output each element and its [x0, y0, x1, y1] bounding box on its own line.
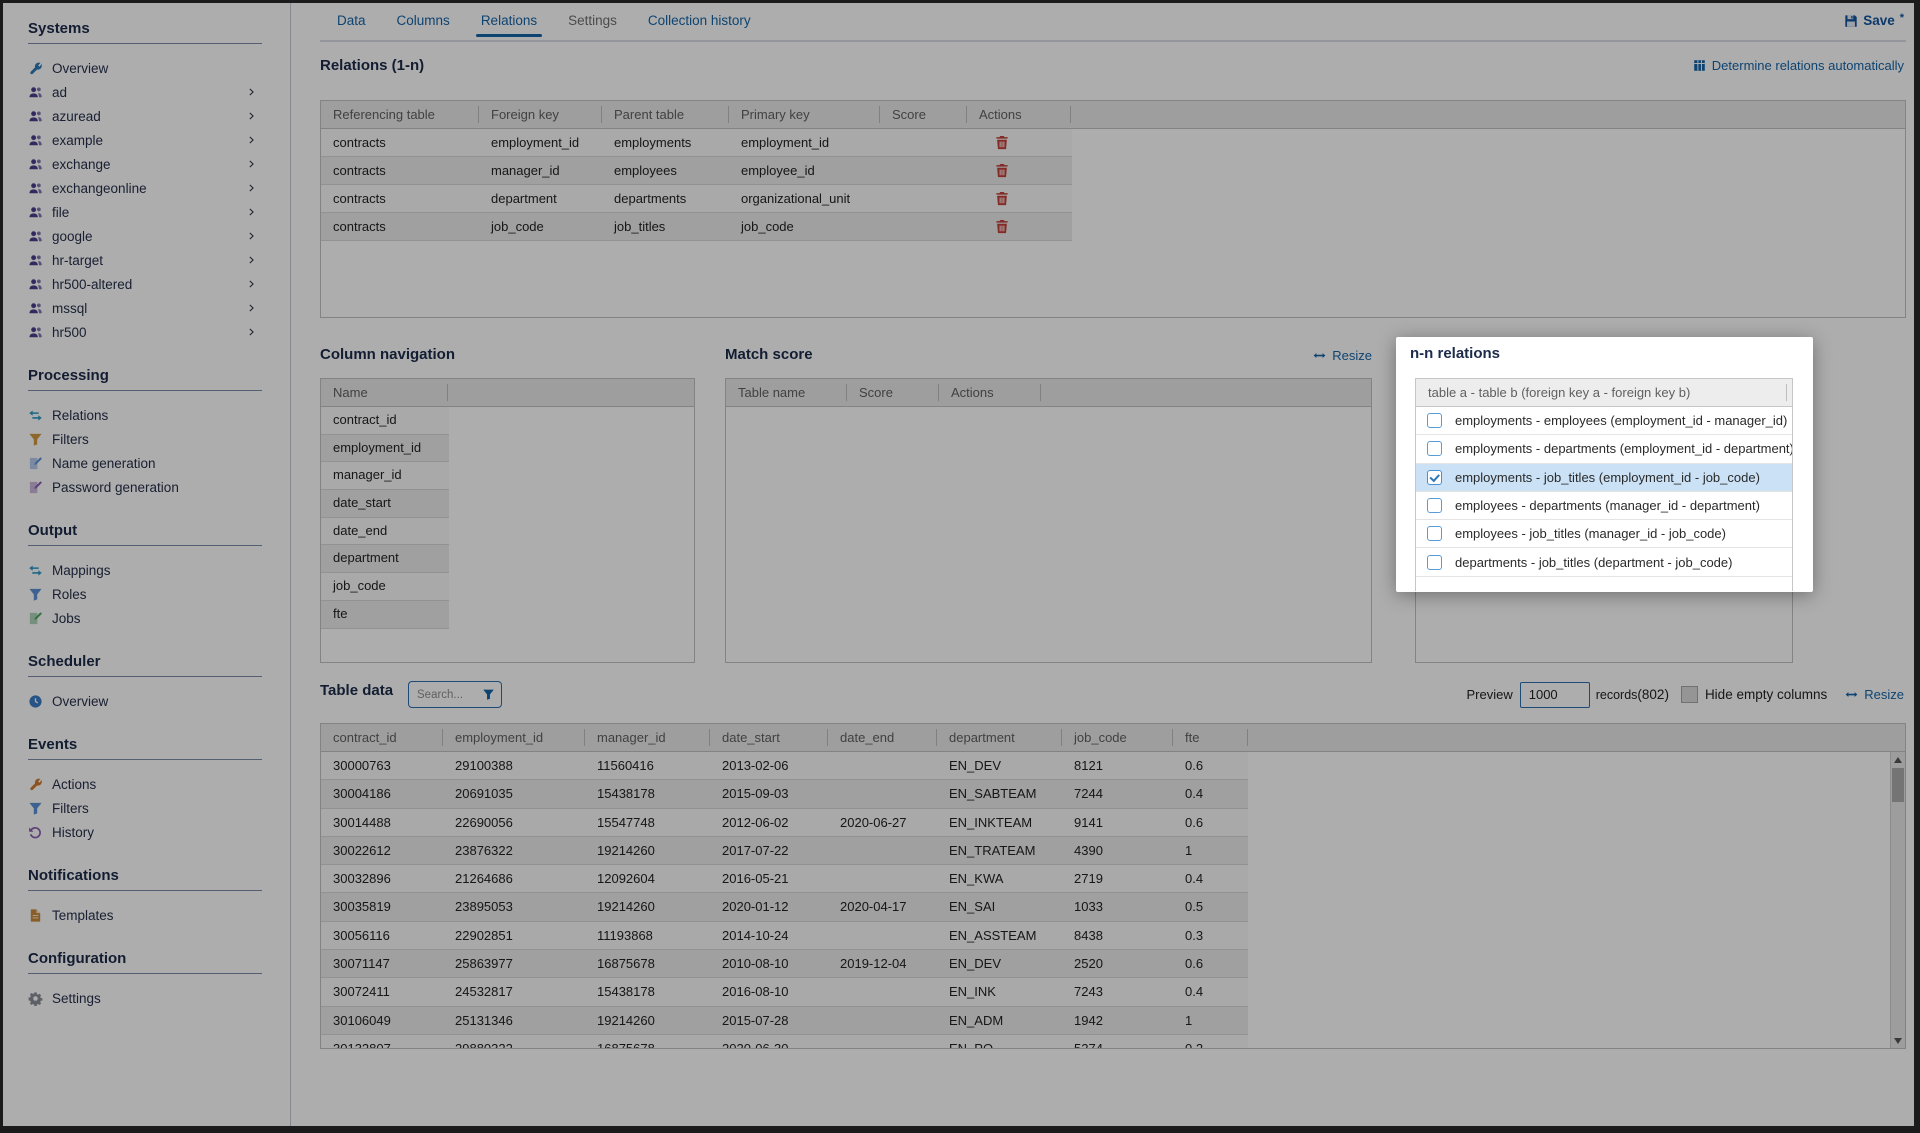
nn-relation-label: employments - employees (employment_id -…	[1455, 413, 1787, 428]
nn-relation-label: employments - job_titles (employment_id …	[1455, 470, 1760, 485]
nn-relation-label: departments - job_titles (department - j…	[1455, 555, 1732, 570]
nn-relation-label: employees - departments (manager_id - de…	[1455, 498, 1760, 513]
window-frame	[1914, 0, 1920, 1133]
nn-relation-row[interactable]: employees - job_titles (manager_id - job…	[1416, 520, 1792, 548]
window-frame	[0, 0, 1920, 3]
nn-relation-label: employees - job_titles (manager_id - job…	[1455, 526, 1726, 541]
nn-relation-row[interactable]: departments - job_titles (department - j…	[1416, 548, 1792, 576]
nn-relation-row[interactable]: employees - departments (manager_id - de…	[1416, 492, 1792, 520]
nn-relation-checkbox[interactable]	[1427, 555, 1442, 570]
nn-relation-label: employments - departments (employment_id…	[1455, 441, 1793, 456]
nn-relations-title: n-n relations	[1410, 345, 1500, 362]
column-header: table a - table b (foreign key a - forei…	[1416, 379, 1787, 406]
nn-relations-table: table a - table b (foreign key a - forei…	[1415, 378, 1793, 591]
window-frame	[0, 0, 3, 1133]
app-window: Systems Overview ad	[0, 0, 1920, 1133]
nn-relation-checkbox[interactable]	[1427, 441, 1442, 456]
window-frame	[0, 1126, 1920, 1133]
nn-relation-row[interactable]: employments - employees (employment_id -…	[1416, 407, 1792, 435]
nn-relation-row[interactable]: employments - departments (employment_id…	[1416, 435, 1792, 463]
nn-relation-checkbox[interactable]	[1427, 470, 1442, 485]
nn-relation-checkbox[interactable]	[1427, 526, 1442, 541]
nn-relation-row[interactable]: employments - job_titles (employment_id …	[1416, 464, 1792, 492]
nn-relation-checkbox[interactable]	[1427, 498, 1442, 513]
nn-relation-checkbox[interactable]	[1427, 413, 1442, 428]
nn-relations-spotlight-panel: n-n relations table a - table b (foreign…	[1396, 337, 1813, 592]
